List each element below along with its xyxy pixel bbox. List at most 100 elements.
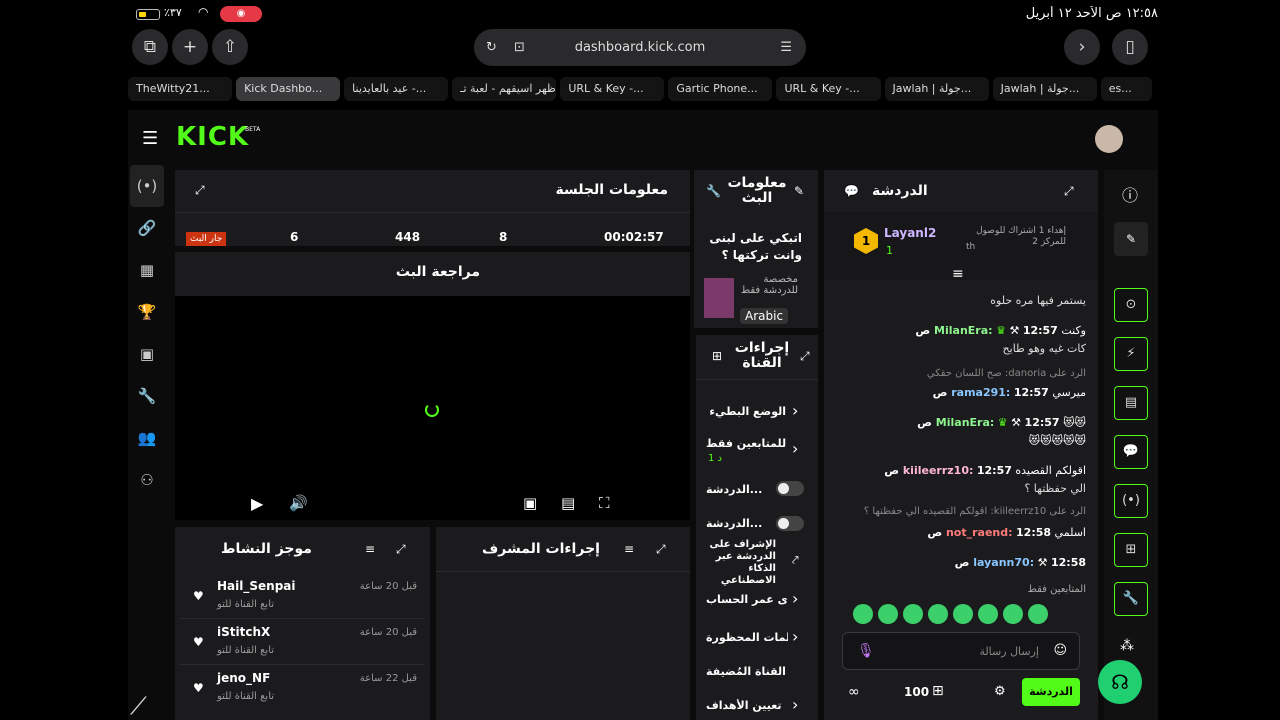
trophy-icon[interactable]: 🏆 (130, 291, 164, 333)
list-item[interactable]: ♥ iStitchX تابع القناة للتو قبل 20 ساعة (179, 619, 425, 665)
expand-icon[interactable]: ⤢ (800, 349, 810, 364)
gear-icon[interactable]: ⚙ (994, 684, 1006, 699)
mic-icon[interactable]: 🎙 (857, 643, 875, 659)
tab-6[interactable]: URL & Key -... (776, 77, 881, 101)
filter-icon[interactable]: ≡ (952, 266, 964, 282)
expand-icon[interactable]: ⤢ (1064, 184, 1074, 199)
ai-moderation-item[interactable]: الإشراف على الدردشة عبر الذكاء الاصطناعي (706, 539, 776, 587)
chat-username[interactable]: rama291: (951, 386, 1010, 399)
sidebar-toggle-button[interactable]: ▯ (1112, 29, 1148, 65)
send-button[interactable]: الدردشة (1022, 678, 1080, 706)
stats-icon[interactable]: ▦ (130, 249, 164, 291)
apps-icon[interactable]: ⁂ (1120, 638, 1134, 654)
emote-icon[interactable] (878, 604, 898, 624)
tab-2[interactable]: عيد بالعايدينا -... (344, 77, 449, 101)
share-button[interactable]: ⇧ (212, 29, 248, 65)
chevron-right-icon[interactable]: › (792, 589, 798, 608)
video-icon[interactable]: ▣ (130, 333, 164, 375)
chat-message[interactable]: ميرسي rama291: 12:57 ص (836, 386, 1086, 399)
tabs-overview-button[interactable]: ⧉ (132, 29, 168, 65)
tab-7[interactable]: Jawlah | جولة... (884, 77, 989, 101)
chat-message[interactable]: اسلمي not_raend: 12:58 ص (836, 526, 1086, 539)
tab-5[interactable]: Gartic Phone... (668, 77, 773, 101)
host-channel-item[interactable]: القناة المُضيفة (706, 665, 806, 678)
chevron-right-icon[interactable]: › (792, 627, 798, 646)
sub-only-toggle[interactable] (776, 516, 804, 531)
tab-4[interactable]: URL & Key -... (560, 77, 665, 101)
chat-message[interactable]: وكنت MilanEra: ♛ ⚒ 12:57 ص (836, 324, 1086, 337)
emote-icon[interactable] (1028, 604, 1048, 624)
chat-username[interactable]: MilanEra: (934, 324, 993, 337)
chat-username[interactable]: MilanEra: (936, 416, 995, 429)
video-player[interactable]: ▶ 🔊 ▣ ▤ ⛶ (175, 296, 690, 520)
theater-icon[interactable]: ▤ (561, 494, 575, 512)
infinity-icon[interactable]: ∞ (848, 684, 860, 700)
screenshot-icon[interactable]: ⊙ (1114, 288, 1148, 322)
note-icon[interactable]: ▤ (1114, 386, 1148, 420)
link-icon[interactable]: 🔗 (130, 207, 164, 249)
tools-icon[interactable]: 🔧 (130, 375, 164, 417)
volume-icon[interactable]: 🔊 (289, 494, 308, 512)
wrench-icon[interactable]: 🔧 (1114, 582, 1148, 616)
chat-message[interactable]: 😻😻 MilanEra: ♛ ⚒ 12:57 ص (836, 416, 1086, 429)
extension-icon[interactable]: ⊡ (514, 29, 525, 66)
chat-input[interactable]: 🎙 إرسال رسالة ☺ (842, 632, 1080, 670)
tab-8[interactable]: Jawlah | جولة... (992, 77, 1097, 101)
support-button[interactable]: ☊ (1098, 660, 1142, 704)
account-age-item[interactable]: ى عمر الحساب (706, 593, 788, 606)
address-bar[interactable]: ↻ ⊡ dashboard.kick.com ☰ (474, 29, 806, 66)
chevron-right-icon[interactable]: › (792, 439, 798, 458)
menu-icon[interactable]: ☰ (142, 128, 158, 149)
emote-icon[interactable] (853, 604, 873, 624)
avatar[interactable] (1095, 125, 1123, 153)
chat-username[interactable]: layann70: (973, 556, 1034, 569)
list-item[interactable]: ♥ jeno_NF تابع القناة للتو قبل 22 ساعة (179, 665, 425, 711)
slow-mode-item[interactable]: الوضع البطيء (706, 405, 786, 418)
tab-9[interactable]: es... (1100, 77, 1152, 101)
bolt-icon[interactable]: ⚡ (1114, 337, 1148, 371)
info-icon[interactable]: ⓘ (1122, 182, 1138, 206)
play-icon[interactable]: ▶ (251, 494, 263, 513)
chat-icon[interactable]: 💬 (1114, 435, 1148, 469)
users-icon[interactable]: 👥 (130, 417, 164, 459)
blocked-words-item[interactable]: كلمات المحظورة (706, 631, 788, 644)
external-link-icon[interactable]: ⤤ (792, 553, 799, 568)
chat-username[interactable]: not_raend: (946, 526, 1013, 539)
broadcast-icon[interactable]: (•) (1114, 484, 1148, 518)
filter-icon[interactable]: ≡ (624, 542, 634, 556)
followers-only-item[interactable]: ة للمتابعين فقط (706, 437, 788, 450)
chat-message[interactable]: اقولكم القصيده kiileerrz10: 12:57 ص (836, 464, 1086, 477)
edit-icon[interactable]: ✎ (1114, 222, 1148, 256)
emote-icon[interactable] (978, 604, 998, 624)
live-icon[interactable]: (•) (130, 165, 164, 207)
plugin-icon[interactable]: ⚇ (130, 459, 164, 501)
tab-1[interactable]: Kick Dashbo... (236, 77, 341, 101)
emote-icon[interactable] (953, 604, 973, 624)
set-goals-item[interactable]: تعيين الأهداف (706, 699, 788, 712)
filter-icon[interactable]: ≡ (365, 542, 375, 556)
tab-3[interactable]: أظهر اسيقهم - لعبة تـ... (452, 77, 557, 101)
store-icon[interactable]: ⊞ (932, 683, 944, 699)
emote-icon[interactable] (1003, 604, 1023, 624)
expand-icon[interactable]: ⤢ (396, 542, 406, 557)
reader-icon[interactable]: ☰ (780, 29, 792, 66)
recording-indicator-icon[interactable]: ◉ (220, 6, 262, 22)
emote-icon[interactable] (903, 604, 923, 624)
emote-icon[interactable] (928, 604, 948, 624)
kick-logo[interactable]: KICK (176, 122, 249, 152)
layout-icon[interactable]: ⊞ (1114, 533, 1148, 567)
emote-only-toggle[interactable] (776, 481, 804, 496)
expand-icon[interactable]: ⤢ (656, 542, 666, 557)
chevron-right-icon[interactable]: › (792, 401, 798, 420)
expand-icon[interactable]: ⤢ (195, 183, 205, 198)
chat-message[interactable]: layann70: ⚒ 12:58 ص (836, 556, 1086, 569)
fullscreen-icon[interactable]: ⛶ (599, 494, 610, 512)
list-item[interactable]: ♥ Hail_Senpai تابع القناة للتو قبل 20 سا… (179, 573, 425, 619)
reload-icon[interactable]: ↻ (486, 29, 497, 66)
new-tab-button[interactable]: + (172, 29, 208, 65)
tab-0[interactable]: TheWitty21... (128, 77, 233, 101)
edit-icon[interactable]: ✎ (794, 184, 804, 198)
pip-icon[interactable]: ▣ (523, 494, 537, 512)
chevron-right-icon[interactable]: › (792, 695, 798, 714)
forward-button[interactable]: › (1064, 29, 1100, 65)
